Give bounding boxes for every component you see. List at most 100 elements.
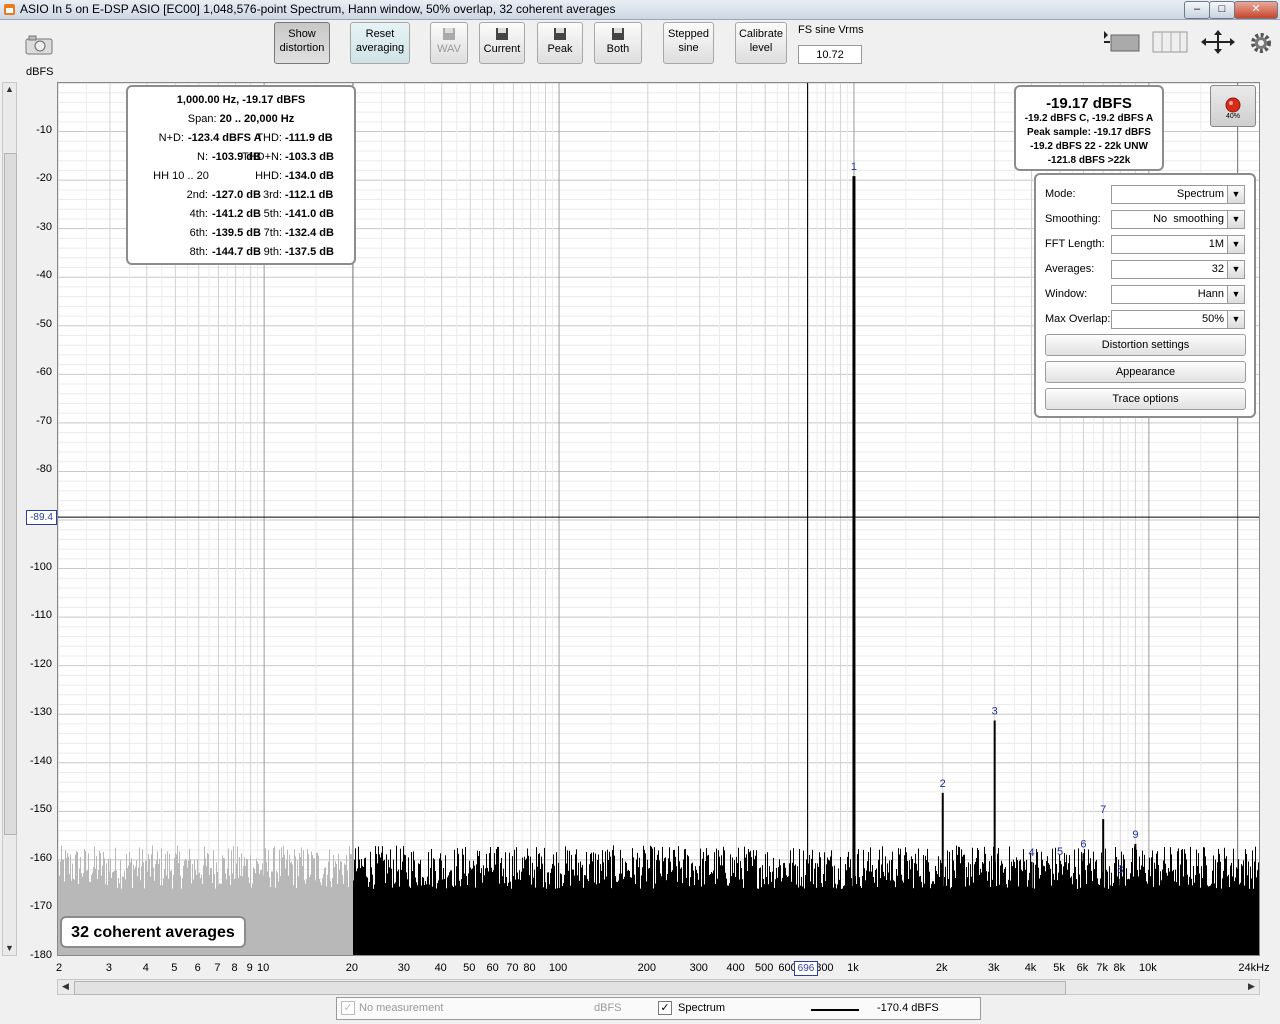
y-unit-label: dBFS <box>26 66 54 78</box>
x-scrollbar[interactable]: ◀ ▶ <box>57 979 1260 995</box>
move-arrows-icon[interactable] <box>1200 29 1236 55</box>
level-panel: -19.17 dBFS -19.2 dBFS C, -19.2 dBFS A P… <box>1014 85 1164 171</box>
save-current-button[interactable]: Current <box>479 22 525 64</box>
reset-averaging-button[interactable]: Reset averaging <box>350 22 410 64</box>
chevron-down-icon[interactable]: ▼ <box>1227 311 1244 328</box>
distortion-value: -134.0 dB <box>285 170 334 182</box>
level-line3: -19.2 dBFS 22 - 22k UNW <box>1030 141 1148 152</box>
distortion-value: -137.5 dB <box>285 246 334 258</box>
x-tick-label: 24kHz <box>1238 962 1270 974</box>
x-tick-label: 200 <box>637 962 656 974</box>
x-tick-label: 10k <box>1138 962 1157 974</box>
camera-icon[interactable] <box>24 34 54 56</box>
distortion-settings-button[interactable]: Distortion settings <box>1045 334 1246 356</box>
spectrum-trace <box>353 845 1259 955</box>
x-tick-label: 80 <box>523 962 536 974</box>
y-tick-label: -140 <box>29 754 52 767</box>
scroll-up-icon[interactable]: ▲ <box>3 83 16 96</box>
calibrate-level-line1: Calibrate <box>738 28 784 40</box>
no-measurement-checkbox[interactable]: ✓ <box>341 1001 355 1015</box>
y-tick-label: -50 <box>36 317 52 330</box>
x-tick-label: 2k <box>935 962 948 974</box>
chevron-down-icon[interactable]: ▼ <box>1227 236 1244 253</box>
maximize-button[interactable]: □ <box>1209 1 1235 19</box>
close-button[interactable]: ✕ <box>1234 1 1278 19</box>
harmonic-marker-3: 3 <box>992 706 998 718</box>
stepped-sine-button[interactable]: Stepped sine <box>663 22 714 64</box>
x-tick-label: 4k <box>1024 962 1037 974</box>
trace-options-button[interactable]: Trace options <box>1045 388 1246 410</box>
fft-length-label: FFT Length: <box>1045 238 1105 250</box>
y-scrollbar-thumb[interactable] <box>4 153 17 835</box>
gear-icon[interactable] <box>1249 31 1273 55</box>
save-peak-button[interactable]: Peak <box>537 22 583 64</box>
max-overlap-select[interactable]: 50% ▼ <box>1111 310 1245 329</box>
y-tick-label: -70 <box>36 414 52 427</box>
controls-panel: Mode: Spectrum ▼ Smoothing: No smoothing ▼… <box>1034 173 1256 418</box>
disk-icon <box>554 28 566 40</box>
mode-select[interactable]: Spectrum ▼ <box>1111 185 1245 204</box>
harmonic-marker-4: 4 <box>1028 847 1034 859</box>
disk-icon <box>443 28 455 40</box>
harmonic-marker-5: 5 <box>1057 846 1063 858</box>
distortion-label: HH 10 .. 20 <box>153 170 209 182</box>
show-distortion-button[interactable]: Show distortion <box>274 22 330 64</box>
wav-label: WAV <box>437 43 461 55</box>
level-main: -19.17 dBFS <box>1046 95 1132 112</box>
x-tick-label: 100 <box>548 962 568 974</box>
x-cursor-readout[interactable]: 696 <box>794 961 818 976</box>
window-select[interactable]: Hann ▼ <box>1111 285 1245 304</box>
distortion-panel: 1,000.00 Hz, -19.17 dBFS Span: 20 .. 20,… <box>126 85 356 265</box>
averages-value: 32 <box>1211 263 1224 275</box>
y-cursor-readout[interactable]: -89.4 <box>26 510 57 525</box>
averages-label: Averages: <box>1045 263 1095 275</box>
x-tick-label: 40 <box>434 962 447 974</box>
record-icon <box>1225 97 1241 113</box>
harmonic-marker-7: 7 <box>1100 804 1106 816</box>
distortion-label: 2nd: <box>186 189 208 201</box>
distortion-label: HHD: <box>255 170 282 182</box>
record-button[interactable]: 40% <box>1210 85 1256 127</box>
distortion-label: 9th: <box>263 246 282 258</box>
smoothing-label: Smoothing: <box>1045 213 1101 225</box>
fft-length-select[interactable]: 1M ▼ <box>1111 235 1245 254</box>
current-label: Current <box>483 43 521 55</box>
averages-select[interactable]: 32 ▼ <box>1111 260 1245 279</box>
wav-button[interactable]: WAV <box>430 22 468 64</box>
scroll-left-icon[interactable]: ◀ <box>59 980 72 993</box>
distortion-value: -112.1 dB <box>285 189 334 201</box>
x-tick-label: 2 <box>55 962 63 974</box>
calibrate-level-button[interactable]: Calibrate level <box>735 22 787 64</box>
x-tick-label: 5k <box>1053 962 1065 974</box>
span-label: Span: <box>187 113 217 125</box>
y-tick-label: -180 <box>29 949 52 961</box>
distortion-label: THD: <box>256 132 282 144</box>
distortion-label: 8th: <box>189 246 208 258</box>
distortion-value: -141.0 dB <box>285 208 334 220</box>
x-tick-label: 4 <box>142 962 149 974</box>
stepped-sine-line2: sine <box>678 42 699 54</box>
x-tick-label: 20 <box>345 962 359 974</box>
x-scrollbar-thumb[interactable] <box>74 981 1066 995</box>
y-scrollbar[interactable]: ▲ ▼ <box>2 82 17 956</box>
minimize-button[interactable]: – <box>1184 1 1210 19</box>
disk-icon <box>496 28 508 40</box>
distortion-header: 1,000.00 Hz, -19.17 dBFS <box>176 94 306 106</box>
x-tick-label: 70 <box>506 962 519 974</box>
distortion-value: -111.9 dB <box>285 132 333 144</box>
chevron-down-icon[interactable]: ▼ <box>1227 211 1244 228</box>
disk-icon <box>612 28 624 40</box>
chevron-down-icon[interactable]: ▼ <box>1227 261 1244 278</box>
smoothing-select[interactable]: No smoothing ▼ <box>1111 210 1245 229</box>
x-tick-label: 50 <box>463 962 476 974</box>
layout-icon[interactable] <box>1152 31 1188 53</box>
graph-size-icon[interactable] <box>1103 29 1141 55</box>
fs-sine-input[interactable]: 10.72 <box>798 45 862 64</box>
chevron-down-icon[interactable]: ▼ <box>1227 286 1244 303</box>
appearance-button[interactable]: Appearance <box>1045 361 1246 383</box>
scroll-right-icon[interactable]: ▶ <box>1245 980 1258 993</box>
chevron-down-icon[interactable]: ▼ <box>1227 186 1244 203</box>
save-both-button[interactable]: Both <box>594 22 642 64</box>
y-tick-label: -60 <box>36 366 52 379</box>
spectrum-checkbox[interactable]: ✓ <box>658 1001 672 1015</box>
